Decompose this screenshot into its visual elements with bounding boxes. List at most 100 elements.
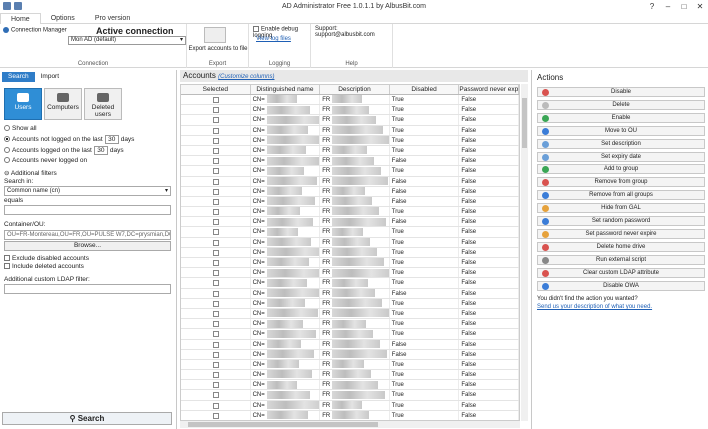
table-row[interactable]: CN= FR True False xyxy=(181,319,519,330)
table-row[interactable]: CN= FR False False xyxy=(181,196,519,208)
row-checkbox[interactable] xyxy=(213,351,220,358)
table-row[interactable]: CN= FR False False xyxy=(181,186,519,197)
cell-selected[interactable] xyxy=(181,196,251,207)
computers-category-button[interactable]: Computers xyxy=(44,88,82,120)
cell-selected[interactable] xyxy=(181,319,251,329)
table-row[interactable]: CN= FR False False xyxy=(181,176,519,187)
table-row[interactable]: CN= FR True False xyxy=(181,247,519,258)
col-disabled[interactable]: Disabled xyxy=(390,85,460,94)
cell-selected[interactable] xyxy=(181,166,251,176)
table-row[interactable]: CN= FR True False xyxy=(181,227,519,238)
table-row[interactable]: CN= FR True False xyxy=(181,400,519,411)
row-checkbox[interactable] xyxy=(213,280,220,287)
additional-filters-toggle[interactable]: ⊖ Additional filters xyxy=(4,169,57,177)
cell-selected[interactable] xyxy=(181,288,251,298)
table-row[interactable]: CN= FR True False xyxy=(181,380,519,391)
action-set-random-password[interactable]: Set random password xyxy=(537,216,705,226)
action-set-expiry-date[interactable]: Set expiry date xyxy=(537,151,705,162)
row-checkbox[interactable] xyxy=(213,209,220,216)
horizontal-scrollbar[interactable] xyxy=(180,421,520,428)
row-checkbox[interactable] xyxy=(213,178,220,185)
row-checkbox[interactable] xyxy=(213,341,220,348)
col-password-never-expires[interactable]: Password never exp xyxy=(459,85,519,94)
action-delete-home-drive[interactable]: Delete home drive xyxy=(537,241,705,252)
row-checkbox[interactable] xyxy=(213,321,220,328)
action-disable-owa[interactable]: Disable OWA xyxy=(537,280,705,291)
row-checkbox[interactable] xyxy=(213,300,220,307)
never-logged-radio[interactable] xyxy=(4,157,10,164)
action-clear-custom-ldap-attribute[interactable]: Clear custom LDAP attribute xyxy=(537,267,705,278)
table-row[interactable]: CN= FR True False xyxy=(181,370,519,381)
table-row[interactable]: CN= FR True False xyxy=(181,410,519,420)
connection-manager-button[interactable]: Connection Manager xyxy=(3,27,67,34)
table-row[interactable]: CN= FR True False xyxy=(181,115,519,126)
row-checkbox[interactable] xyxy=(213,158,220,165)
logged-radio[interactable] xyxy=(4,147,10,154)
cell-selected[interactable] xyxy=(181,125,251,135)
table-row[interactable]: CN= FR True False xyxy=(181,278,519,289)
send-description-link[interactable]: Send us your description of what you nee… xyxy=(537,304,652,310)
collapse-icon[interactable]: ⊖ xyxy=(4,170,11,177)
table-row[interactable]: CN= FR True False xyxy=(181,359,519,371)
search-in-select[interactable]: Common name (cn) xyxy=(4,186,171,196)
cell-selected[interactable] xyxy=(181,186,251,196)
col-description[interactable]: Description xyxy=(320,85,390,94)
row-checkbox[interactable] xyxy=(213,97,220,103)
row-checkbox[interactable] xyxy=(213,137,220,144)
never-logged-option[interactable]: Accounts never logged on xyxy=(4,157,87,164)
cell-selected[interactable] xyxy=(181,390,251,400)
row-checkbox[interactable] xyxy=(213,331,220,338)
cell-selected[interactable] xyxy=(181,176,251,186)
row-checkbox[interactable] xyxy=(213,127,220,134)
row-checkbox[interactable] xyxy=(213,372,220,379)
cell-selected[interactable] xyxy=(181,278,251,288)
support-email[interactable]: Support: support@albusbit.com xyxy=(315,26,392,38)
close-button[interactable]: ✕ xyxy=(692,0,708,13)
exclude-disabled-option[interactable]: Exclude disabled accounts xyxy=(4,255,89,262)
row-checkbox[interactable] xyxy=(213,147,220,154)
active-connection-select[interactable]: Mon AD (default) xyxy=(68,36,186,45)
table-row[interactable]: CN= FR True False xyxy=(181,268,519,279)
cell-selected[interactable] xyxy=(181,95,251,105)
action-run-external-script[interactable]: Run external script xyxy=(537,254,705,265)
cell-selected[interactable] xyxy=(181,258,251,268)
row-checkbox[interactable] xyxy=(213,219,220,226)
table-row[interactable]: CN= FR True False xyxy=(181,145,519,157)
table-row[interactable]: CN= FR False False xyxy=(181,349,519,360)
action-remove-from-group[interactable]: Remove from group xyxy=(537,177,705,188)
table-row[interactable]: CN= FR True False xyxy=(181,105,519,116)
table-row[interactable]: CN= FR True False xyxy=(181,125,519,136)
cell-selected[interactable] xyxy=(181,339,251,349)
cell-selected[interactable] xyxy=(181,145,251,156)
not-logged-days-input[interactable]: 30 xyxy=(104,135,119,144)
action-delete[interactable]: Delete xyxy=(537,99,705,110)
show-all-radio[interactable] xyxy=(4,125,10,132)
action-set-description[interactable]: Set description xyxy=(537,138,705,149)
not-logged-radio[interactable] xyxy=(4,136,10,143)
accounts-table[interactable]: Selected Distinguished name Description … xyxy=(180,84,520,421)
show-all-option[interactable]: Show all xyxy=(4,125,37,132)
undo-icon[interactable] xyxy=(14,2,22,10)
cell-selected[interactable] xyxy=(181,247,251,257)
row-checkbox[interactable] xyxy=(213,249,220,256)
horizontal-scroll-thumb[interactable] xyxy=(188,422,378,427)
browse-button[interactable]: Browse... xyxy=(4,241,171,251)
row-checkbox[interactable] xyxy=(213,402,220,409)
cell-selected[interactable] xyxy=(181,370,251,380)
cell-selected[interactable] xyxy=(181,359,251,370)
table-row[interactable]: CN= FR True False xyxy=(181,237,519,248)
include-deleted-option[interactable]: Include deleted accounts xyxy=(4,263,84,270)
cell-selected[interactable] xyxy=(181,135,251,145)
action-enable[interactable]: Enable xyxy=(537,112,705,123)
table-row[interactable]: CN= FR True False xyxy=(181,166,519,177)
row-checkbox[interactable] xyxy=(213,310,220,317)
row-checkbox[interactable] xyxy=(213,290,220,297)
cell-selected[interactable] xyxy=(181,380,251,390)
exclude-disabled-checkbox[interactable] xyxy=(4,255,10,262)
table-row[interactable]: CN= FR True False xyxy=(181,258,519,269)
table-row[interactable]: CN= FR True False xyxy=(181,135,519,146)
action-disable[interactable]: Disable xyxy=(537,87,705,97)
table-row[interactable]: CN= FR True False xyxy=(181,298,519,309)
row-checkbox[interactable] xyxy=(213,198,220,205)
table-row[interactable]: CN= FR True False xyxy=(181,329,519,340)
